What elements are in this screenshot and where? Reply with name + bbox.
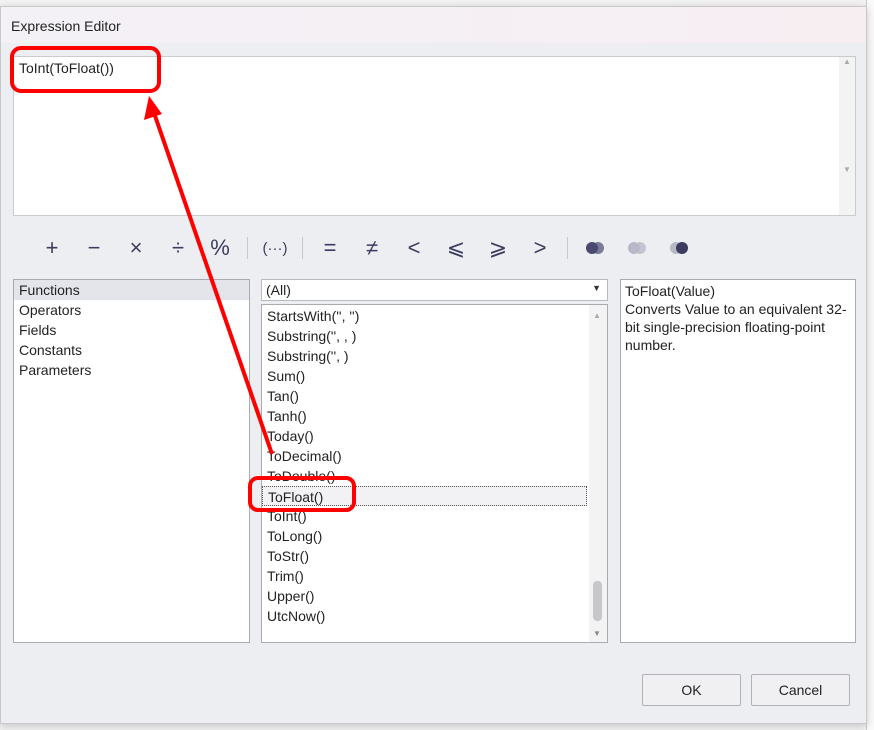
background-window xyxy=(866,0,874,730)
expression-editor-dialog: Expression Editor ToInt(ToFloat()) ▲ ▼ + … xyxy=(0,6,867,724)
function-item[interactable]: ToInt() xyxy=(262,506,587,526)
function-item[interactable]: Sum() xyxy=(262,366,587,386)
chevron-down-icon: ▼ xyxy=(592,283,601,293)
function-item[interactable]: UtcNow() xyxy=(262,606,587,626)
scrollbar-thumb[interactable] xyxy=(593,581,602,621)
category-item[interactable]: Operators xyxy=(14,300,249,320)
function-item[interactable]: ToFloat() xyxy=(262,486,587,506)
less-equal-button[interactable]: ⩽ xyxy=(435,235,477,261)
separator xyxy=(302,237,303,259)
function-item[interactable]: Tanh() xyxy=(262,406,587,426)
function-filter-select[interactable]: (All) ▼ xyxy=(261,279,608,301)
not-equal-button[interactable]: ≠ xyxy=(351,235,393,261)
description-panel: ToFloat(Value) Converts Value to an equi… xyxy=(620,279,856,643)
parentheses-button[interactable]: (···) xyxy=(254,240,296,257)
function-item[interactable]: Substring('', ) xyxy=(262,346,587,366)
plus-button[interactable]: + xyxy=(31,235,73,261)
expression-text: ToInt(ToFloat()) xyxy=(19,60,114,76)
greater-button[interactable]: > xyxy=(519,235,561,261)
function-item[interactable]: Tan() xyxy=(262,386,587,406)
greater-equal-button[interactable]: ⩾ xyxy=(477,235,519,261)
function-item[interactable]: Upper() xyxy=(262,586,587,606)
category-item[interactable]: Constants xyxy=(14,340,249,360)
function-item[interactable]: ToDouble() xyxy=(262,466,587,486)
modulo-button[interactable]: % xyxy=(199,235,241,261)
minus-button[interactable]: − xyxy=(73,235,115,261)
function-list-scrollbar[interactable]: ▲ ▼ xyxy=(589,305,607,642)
multiply-button[interactable]: × xyxy=(115,235,157,261)
and-icon[interactable] xyxy=(574,235,616,261)
category-item[interactable]: Functions xyxy=(14,280,249,300)
equal-button[interactable]: = xyxy=(309,235,351,261)
expression-input[interactable]: ToInt(ToFloat()) ▲ ▼ xyxy=(13,56,856,216)
function-item[interactable]: StartsWith('', '') xyxy=(262,306,587,326)
category-list: Functions Operators Fields Constants Paramet… xyxy=(13,279,250,643)
cancel-button[interactable]: Cancel xyxy=(751,674,850,706)
function-description: Converts Value to an equivalent 32-bit s… xyxy=(625,301,847,353)
less-button[interactable]: < xyxy=(393,235,435,261)
title-bar: Expression Editor xyxy=(1,7,866,43)
operator-toolbar: + − × ÷ % (···) = ≠ < ⩽ ⩾ > xyxy=(31,231,700,265)
function-item[interactable]: Substring('', , ) xyxy=(262,326,587,346)
filter-value: (All) xyxy=(266,282,291,298)
function-item[interactable]: ToDecimal() xyxy=(262,446,587,466)
function-signature: ToFloat(Value) xyxy=(625,283,716,299)
category-item[interactable]: Parameters xyxy=(14,360,249,380)
separator xyxy=(567,237,568,259)
divide-button[interactable]: ÷ xyxy=(157,235,199,261)
function-item[interactable]: Today() xyxy=(262,426,587,446)
not-icon[interactable] xyxy=(658,235,700,261)
function-item[interactable]: ToLong() xyxy=(262,526,587,546)
separator xyxy=(247,237,248,259)
or-icon[interactable] xyxy=(616,235,658,261)
function-item[interactable]: Trim() xyxy=(262,566,587,586)
function-item[interactable]: ToStr() xyxy=(262,546,587,566)
category-item[interactable]: Fields xyxy=(14,320,249,340)
function-list: StartsWith('', '') Substring('', , ) Subst… xyxy=(261,304,608,643)
ok-button[interactable]: OK xyxy=(642,674,741,706)
editor-scrollbar[interactable]: ▲ ▼ xyxy=(839,57,855,215)
